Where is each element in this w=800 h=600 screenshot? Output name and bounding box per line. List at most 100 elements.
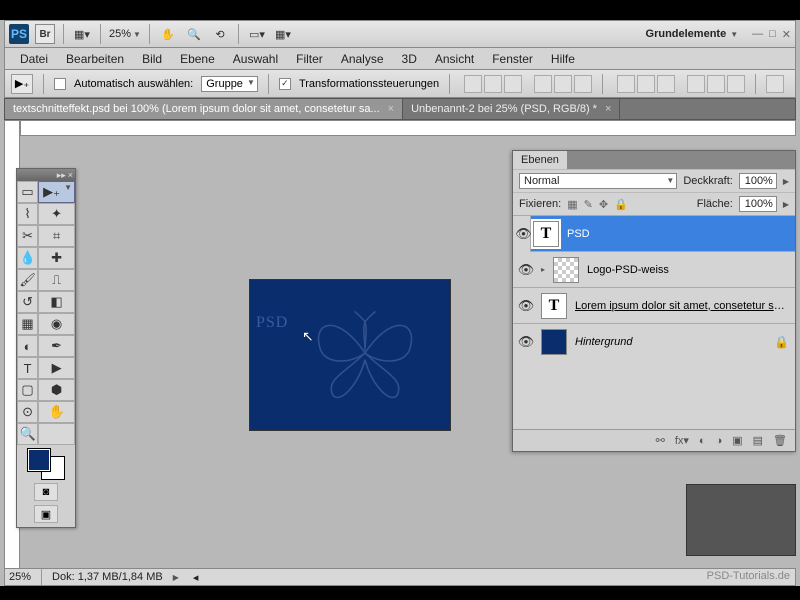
3d-tool[interactable]: ⬢: [38, 379, 75, 401]
ps-logo-icon[interactable]: PS: [9, 24, 29, 44]
menu-ansicht[interactable]: Ansicht: [426, 48, 483, 69]
path-select-tool[interactable]: ▶: [38, 357, 75, 379]
align-btn[interactable]: [534, 75, 552, 93]
auto-align-btn[interactable]: [766, 75, 784, 93]
shape-tool[interactable]: ▢: [17, 379, 38, 401]
layers-tab[interactable]: Ebenen: [513, 151, 568, 169]
toolbox-panel[interactable]: ▸▸× ▭ ▶₊ ⌇ ✦ ✂ ⌗ 💧 ✚ 🖌 ⎍ ↺ ◧ ▦ ◉ ◐ ✒ T ▶…: [16, 168, 76, 528]
menu-3d[interactable]: 3D: [393, 48, 426, 69]
ruler-horizontal[interactable]: [20, 120, 796, 136]
hand-tool-icon[interactable]: ✋: [158, 24, 178, 44]
visibility-icon[interactable]: 👁: [513, 216, 531, 252]
hand-tool[interactable]: ✋: [38, 401, 75, 423]
distribute-btn[interactable]: [617, 75, 635, 93]
history-brush-tool[interactable]: ↺: [17, 291, 38, 313]
opacity-slider-icon[interactable]: ▶: [783, 177, 789, 186]
distribute-btn[interactable]: [727, 75, 745, 93]
distribute-btn[interactable]: [707, 75, 725, 93]
status-zoom[interactable]: 25%: [9, 571, 31, 583]
minimize-icon[interactable]: —: [752, 28, 763, 41]
zoom-tool[interactable]: 🔍: [17, 423, 38, 445]
align-btn[interactable]: [504, 75, 522, 93]
arrange-docs-icon[interactable]: ▦▾: [273, 24, 293, 44]
opacity-input[interactable]: 100%: [739, 173, 777, 189]
link-layers-icon[interactable]: ⚯: [656, 434, 665, 447]
zoom-select[interactable]: 25% ▼: [109, 28, 141, 40]
bridge-icon[interactable]: Br: [35, 24, 55, 44]
menu-bild[interactable]: Bild: [133, 48, 171, 69]
transform-controls-checkbox[interactable]: ✓: [279, 78, 291, 90]
distribute-btn[interactable]: [637, 75, 655, 93]
adjustment-layer-icon[interactable]: ◑: [716, 435, 723, 447]
zoom-tool-icon[interactable]: 🔍: [184, 24, 204, 44]
align-btn[interactable]: [464, 75, 482, 93]
type-tool[interactable]: T: [17, 357, 38, 379]
layer-name[interactable]: Lorem ipsum dolor sit amet, consetetur s…: [575, 300, 789, 312]
panel-menu-icon[interactable]: ▸▸: [57, 170, 66, 181]
scroll-left-icon[interactable]: ◂: [193, 571, 199, 584]
fg-color-swatch[interactable]: [28, 449, 50, 471]
layer-item[interactable]: 👁 T Lorem ipsum dolor sit amet, consetet…: [513, 287, 795, 323]
new-layer-icon[interactable]: ▤: [753, 434, 763, 447]
visibility-icon[interactable]: 👁: [519, 263, 533, 277]
layers-panel[interactable]: Ebenen Normal Deckkraft: 100% ▶ Fixieren…: [512, 150, 796, 452]
heal-tool[interactable]: ✚: [38, 247, 75, 269]
screen-mode-icon[interactable]: ▭▾: [247, 24, 267, 44]
visibility-icon[interactable]: 👁: [519, 299, 533, 313]
rotate-view-icon[interactable]: ⟲: [210, 24, 230, 44]
crop-tool[interactable]: ✂: [17, 225, 38, 247]
layer-mask-icon[interactable]: ◐: [699, 435, 706, 447]
auto-select-checkbox[interactable]: [54, 78, 66, 90]
move-tool[interactable]: ▶₊: [38, 181, 75, 203]
tab-close-icon[interactable]: ×: [605, 103, 611, 115]
layer-thumb[interactable]: [553, 257, 579, 283]
brush-tool[interactable]: 🖌: [17, 269, 38, 291]
menu-filter[interactable]: Filter: [287, 48, 332, 69]
stamp-tool[interactable]: ⎍: [38, 269, 75, 291]
fill-slider-icon[interactable]: ▶: [783, 200, 789, 209]
status-doc-info[interactable]: Dok: 1,37 MB/1,84 MB: [52, 571, 163, 583]
layer-name[interactable]: Hintergrund: [575, 336, 766, 348]
distribute-btn[interactable]: [657, 75, 675, 93]
lock-position-icon[interactable]: ✥: [599, 198, 608, 211]
color-swatches[interactable]: [28, 449, 64, 479]
layer-item[interactable]: 👁 T PSD: [513, 215, 795, 251]
3d-camera-tool[interactable]: ⊙: [17, 401, 38, 423]
chevron-right-icon[interactable]: ▸: [541, 265, 545, 274]
eraser-tool[interactable]: ◧: [38, 291, 75, 313]
tab-close-icon[interactable]: ×: [388, 103, 394, 115]
distribute-btn[interactable]: [687, 75, 705, 93]
workspace-picker[interactable]: Grundelemente ▼: [646, 28, 739, 40]
layer-name[interactable]: Logo-PSD-weiss: [587, 264, 789, 276]
slice-tool[interactable]: ⌗: [38, 225, 75, 247]
lasso-tool[interactable]: ⌇: [17, 203, 38, 225]
blur-tool[interactable]: ◉: [38, 313, 75, 335]
delete-layer-icon[interactable]: 🗑: [773, 434, 787, 447]
layer-thumb-text-icon[interactable]: T: [533, 221, 559, 247]
gradient-tool[interactable]: ▦: [17, 313, 38, 335]
menu-ebene[interactable]: Ebene: [171, 48, 224, 69]
layer-group-icon[interactable]: ▣: [732, 434, 742, 447]
current-tool-icon[interactable]: ▶₊: [11, 74, 33, 94]
eyedropper-tool[interactable]: 💧: [17, 247, 38, 269]
menu-analyse[interactable]: Analyse: [332, 48, 393, 69]
marquee-tool[interactable]: ▭: [17, 181, 38, 203]
lock-transparency-icon[interactable]: ▦: [567, 198, 577, 211]
lock-pixels-icon[interactable]: ✎: [584, 198, 593, 211]
layer-item[interactable]: 👁 Hintergrund 🔒: [513, 323, 795, 359]
menu-bearbeiten[interactable]: Bearbeiten: [57, 48, 133, 69]
lock-all-icon[interactable]: 🔒: [614, 198, 628, 211]
layer-name[interactable]: PSD: [567, 228, 789, 240]
document-canvas[interactable]: PSD: [250, 280, 450, 430]
layer-item[interactable]: 👁 ▸ Logo-PSD-weiss: [513, 251, 795, 287]
status-menu-icon[interactable]: ▶: [173, 573, 179, 582]
doc-tab-2[interactable]: Unbenannt-2 bei 25% (PSD, RGB/8) *×: [403, 99, 620, 119]
pen-tool[interactable]: ✒: [38, 335, 75, 357]
menu-hilfe[interactable]: Hilfe: [542, 48, 584, 69]
screenmode-icon[interactable]: ▣: [34, 505, 58, 523]
layout-dropdown-icon[interactable]: ▦▾: [72, 24, 92, 44]
quickmask-icon[interactable]: ◙: [34, 483, 58, 501]
wand-tool[interactable]: ✦: [38, 203, 75, 225]
visibility-icon[interactable]: 👁: [519, 335, 533, 349]
panel-close-icon[interactable]: ×: [68, 170, 73, 180]
